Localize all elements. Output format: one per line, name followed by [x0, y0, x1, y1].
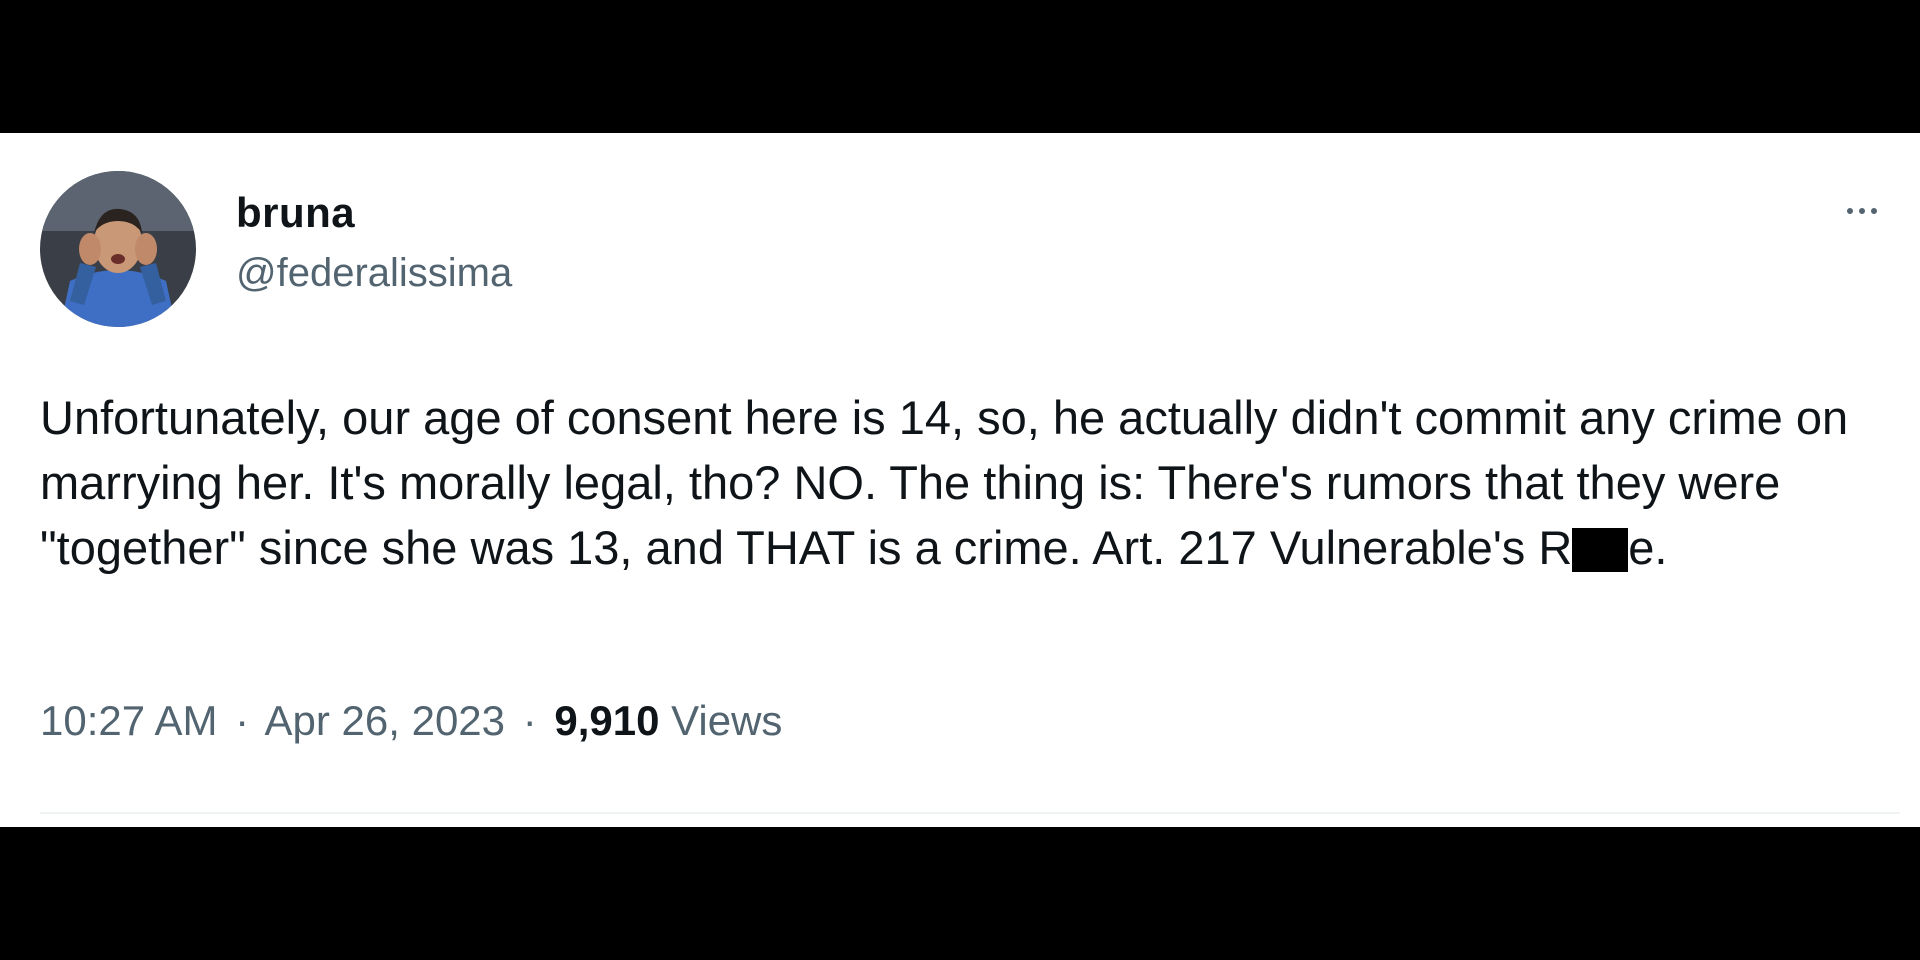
tweet-meta: 10:27 AM · Apr 26, 2023 · 9,910 Views [40, 697, 782, 745]
tweet-text-part2: e. [1628, 521, 1668, 574]
author-display-name[interactable]: bruna [236, 189, 355, 237]
views-count[interactable]: 9,910 [554, 697, 659, 744]
more-options-button[interactable] [1830, 191, 1894, 231]
meta-separator: · [235, 697, 250, 744]
tweet-card: bruna @federalissima Unfortunately, our … [0, 133, 1920, 827]
tweet-date[interactable]: Apr 26, 2023 [265, 697, 506, 744]
tweet-text: Unfortunately, our age of consent here i… [40, 385, 1900, 580]
letterbox-bottom [0, 827, 1920, 960]
letterbox-top [0, 0, 1920, 133]
author-avatar[interactable] [40, 171, 196, 327]
more-horizontal-icon [1847, 208, 1853, 214]
views-label: Views [671, 697, 783, 744]
avatar-photo-icon [40, 171, 196, 327]
author-handle[interactable]: @federalissima [236, 251, 512, 296]
tweet-time[interactable]: 10:27 AM [40, 697, 217, 744]
divider [40, 812, 1900, 814]
meta-separator: · [522, 697, 537, 744]
redaction-block [1572, 528, 1629, 572]
